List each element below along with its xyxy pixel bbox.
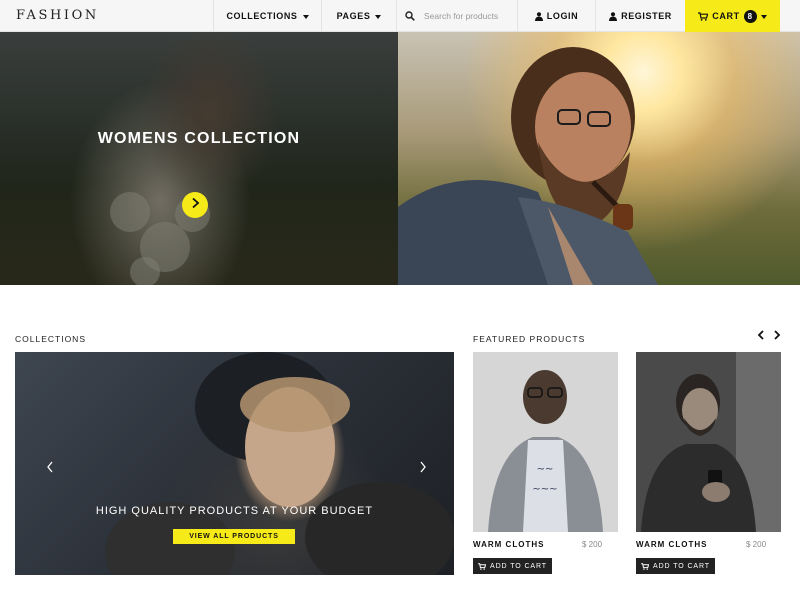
register-label: REGISTER [621, 11, 672, 21]
hero-title: WOMENS COLLECTION [97, 130, 301, 147]
cart-label: CART [712, 11, 740, 21]
chevron-down-icon [302, 14, 309, 19]
add-to-cart-label: ADD TO CART [653, 562, 710, 570]
add-to-cart-button[interactable]: ADD TO CART [473, 558, 552, 574]
hero-dark-overlay [0, 32, 398, 285]
register-link[interactable]: REGISTER [595, 0, 685, 32]
add-to-cart-label: ADD TO CART [490, 562, 547, 570]
cart-icon [698, 11, 709, 21]
view-all-products-button[interactable]: VIEW ALL PRODUCTS [173, 529, 295, 544]
hero-mens-image[interactable] [398, 32, 800, 285]
hair-decoration [240, 377, 350, 432]
brand-logo[interactable]: FASHION [16, 8, 99, 23]
cart-count-badge: 8 [743, 9, 757, 23]
nav-collections-dropdown[interactable]: COLLECTIONS [213, 0, 321, 32]
product-image[interactable] [636, 352, 781, 532]
chevron-down-icon [760, 14, 767, 19]
svg-text:~~~: ~~~ [532, 484, 557, 495]
featured-slider-controls [757, 330, 781, 340]
chevron-right-icon[interactable] [773, 330, 781, 340]
search-input[interactable] [424, 11, 514, 21]
add-to-cart-button[interactable]: ADD TO CART [636, 558, 715, 574]
chevron-down-icon [375, 14, 382, 19]
product-price: $ 200 [746, 540, 767, 549]
nav-pages-label: PAGES [336, 11, 371, 21]
nav-collections-label: COLLECTIONS [226, 11, 298, 21]
nav-search-box [396, 0, 517, 32]
product-price: $ 200 [582, 540, 603, 549]
product-name[interactable]: WARM CLOTHS [473, 540, 544, 549]
chevron-right-icon [190, 196, 200, 214]
chevron-left-icon[interactable] [46, 460, 54, 478]
product-photo-man-glasses: ~~ ~~~ [473, 352, 618, 532]
banner-title: HIGH QUALITY PRODUCTS AT YOUR BUDGET [95, 505, 374, 517]
product-name[interactable]: WARM CLOTHS [636, 540, 707, 549]
product-image[interactable]: ~~ ~~~ [473, 352, 618, 532]
login-link[interactable]: LOGIN [517, 0, 595, 32]
hero-arrow-button[interactable] [182, 192, 208, 218]
cart-button[interactable]: CART 8 [685, 0, 780, 32]
hero-womens-collection[interactable]: WOMENS COLLECTION [0, 32, 398, 285]
chevron-left-icon[interactable] [757, 330, 765, 340]
nav-pages-dropdown[interactable]: PAGES [321, 0, 396, 32]
user-icon [534, 11, 543, 21]
product-photo-man-phone [636, 352, 781, 532]
collections-section-title: COLLECTIONS [15, 334, 86, 344]
collection-banner-slider: HIGH QUALITY PRODUCTS AT YOUR BUDGET VIE… [15, 352, 454, 575]
login-label: LOGIN [546, 11, 579, 21]
featured-products-section-title: FEATURED PRODUCTS [473, 334, 586, 344]
chevron-right-icon[interactable] [419, 460, 427, 478]
top-navbar: FASHION COLLECTIONS PAGES LOGIN REGISTER… [0, 0, 800, 32]
man-with-pipe-photo [398, 47, 658, 285]
search-icon[interactable] [405, 11, 415, 21]
svg-text:~~: ~~ [537, 464, 554, 475]
user-icon [609, 11, 618, 21]
fur-collar-decoration [305, 482, 454, 575]
cart-icon [641, 562, 650, 570]
cart-icon [478, 562, 487, 570]
